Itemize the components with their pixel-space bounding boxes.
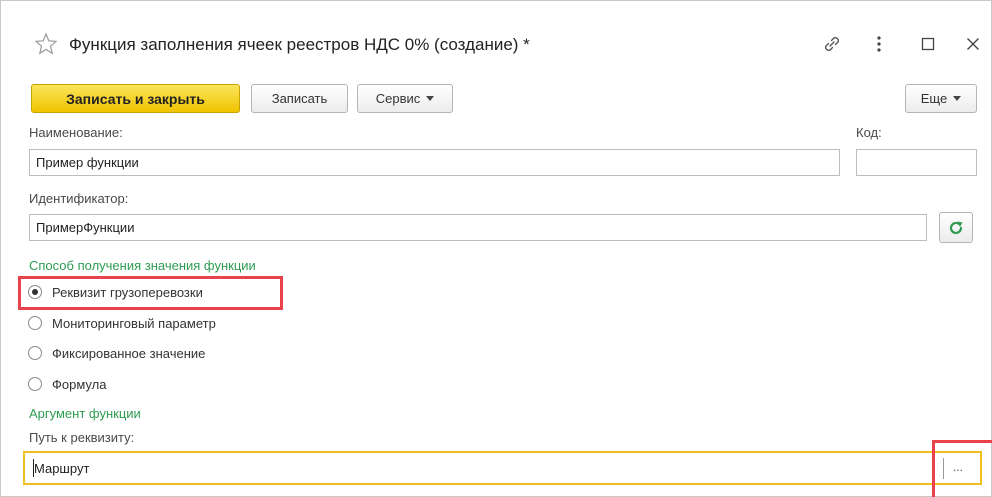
service-label: Сервис bbox=[375, 91, 421, 106]
path-value: Маршрут bbox=[34, 461, 90, 476]
vertical-dots-icon[interactable] bbox=[869, 29, 889, 59]
save-and-close-button[interactable]: Записать и закрыть bbox=[31, 84, 240, 113]
attribute-path-input[interactable]: Маршрут ... bbox=[23, 451, 982, 485]
chevron-down-icon bbox=[953, 96, 962, 101]
favorite-star-icon[interactable] bbox=[34, 32, 58, 56]
identifier-label: Идентификатор: bbox=[29, 191, 129, 206]
more-label: Еще bbox=[920, 91, 948, 106]
radio-button[interactable] bbox=[28, 316, 42, 330]
radio-label: Мониторинговый параметр bbox=[52, 315, 216, 331]
code-label: Код: bbox=[856, 125, 882, 140]
argument-group-title: Аргумент функции bbox=[29, 406, 141, 421]
form-window: Функция заполнения ячеек реестров НДС 0%… bbox=[0, 0, 992, 497]
refresh-button[interactable] bbox=[939, 212, 973, 243]
chevron-down-icon bbox=[426, 96, 435, 101]
radio-option-formula[interactable]: Формула bbox=[28, 373, 106, 395]
radio-option-monitoring-parameter[interactable]: Мониторинговый параметр bbox=[28, 312, 216, 334]
radio-button[interactable] bbox=[28, 346, 42, 360]
save-button[interactable]: Записать bbox=[251, 84, 348, 113]
radio-button[interactable] bbox=[28, 377, 42, 391]
identifier-input[interactable]: ПримерФункции bbox=[29, 214, 927, 241]
window-title: Функция заполнения ячеек реестров НДС 0%… bbox=[69, 35, 530, 54]
refresh-icon bbox=[949, 221, 963, 234]
radio-label: Фиксированное значение bbox=[52, 345, 206, 361]
name-input[interactable]: Пример функции bbox=[29, 149, 840, 176]
service-menu-button[interactable]: Сервис bbox=[357, 84, 453, 113]
code-input[interactable] bbox=[856, 149, 977, 176]
close-icon[interactable] bbox=[961, 29, 985, 59]
maximize-icon[interactable] bbox=[916, 29, 940, 59]
radio-option-fixed-value[interactable]: Фиксированное значение bbox=[28, 342, 205, 364]
highlight-box-radio bbox=[18, 276, 283, 310]
radio-label: Формула bbox=[52, 376, 107, 392]
path-label: Путь к реквизиту: bbox=[29, 430, 135, 445]
name-label: Наименование: bbox=[29, 125, 123, 140]
link-icon[interactable] bbox=[816, 29, 848, 59]
highlight-box-select bbox=[932, 440, 992, 497]
method-group-title: Способ получения значения функции bbox=[29, 258, 256, 273]
more-menu-button[interactable]: Еще bbox=[905, 84, 977, 113]
